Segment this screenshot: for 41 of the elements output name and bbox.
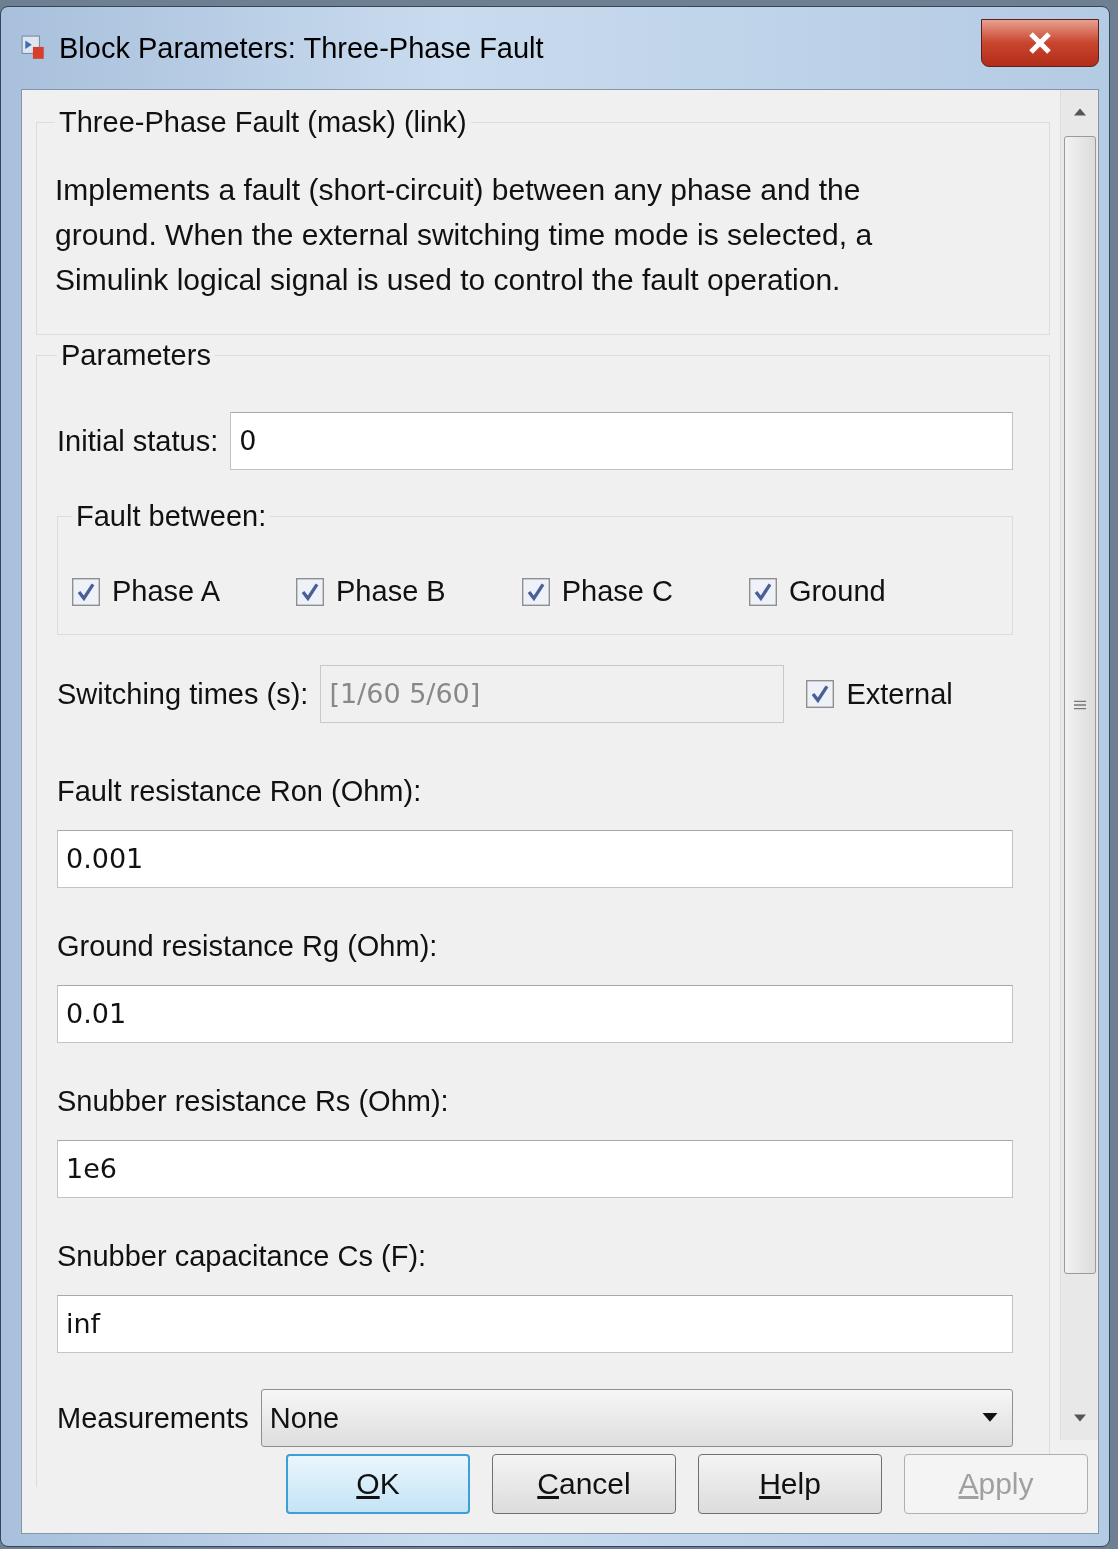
text-field[interactable]: 1e6 [57,1140,1013,1198]
checkbox-label: Phase A [112,575,221,608]
description-text: Implements a fault (short-circuit) between any phase and the ground. When the external switching time mode is selected, a Simulink logical signal is used to control the fault operation. [55,172,874,298]
checkbox-label: Phase C [561,575,673,608]
text-field[interactable]: 0.001 [57,830,1013,888]
dialog-button: Apply [904,1454,1088,1514]
field-label: Measurements [57,1401,249,1435]
field-label: Initial status: [57,424,219,458]
scroll-down-icon[interactable] [1073,1414,1086,1422]
text-field: [1/60 5/60] [320,665,785,723]
scroll-thumb[interactable] [1063,136,1096,1274]
field-label: Switching times (s): [57,677,309,711]
field-label: Snubber resistance Rs (Ohm): [57,1085,450,1118]
checkbox[interactable] [521,577,550,606]
scroll-up-icon[interactable] [1073,108,1086,116]
close-button[interactable] [981,19,1099,67]
text-field[interactable]: 0 [230,412,1013,470]
group-title: Three-Phase Fault (mask) (link) [58,106,468,139]
text-field[interactable]: 0.01 [57,985,1013,1043]
scrollbar[interactable] [1060,90,1098,1440]
checkbox-label: External [846,677,953,711]
checkbox[interactable] [748,577,777,606]
group-title: Fault between: [75,500,268,533]
block-icon [21,35,47,61]
caret-icon [982,1413,998,1423]
window-title: Block Parameters: Three-Phase Fault [59,31,544,65]
field-label: Fault resistance Ron (Ohm): [57,775,423,808]
field-label: Ground resistance Rg (Ohm): [57,930,439,963]
checkbox[interactable] [296,577,325,606]
checkbox-label: Ground [788,575,886,608]
dialog-button[interactable]: Help [698,1454,882,1514]
dialog-button[interactable]: Cancel [492,1454,676,1514]
dropdown[interactable]: None [260,1389,1013,1447]
checkbox[interactable] [72,577,100,606]
text-field[interactable]: inf [57,1295,1013,1353]
dropdown-value: None [269,1401,340,1435]
field-label: Snubber capacitance Cs (F): [57,1240,428,1273]
group-title: Parameters [60,339,212,372]
checkbox-label: Phase B [336,575,446,608]
dialog-button[interactable]: OK [286,1454,470,1514]
grip-icon [1073,699,1086,711]
